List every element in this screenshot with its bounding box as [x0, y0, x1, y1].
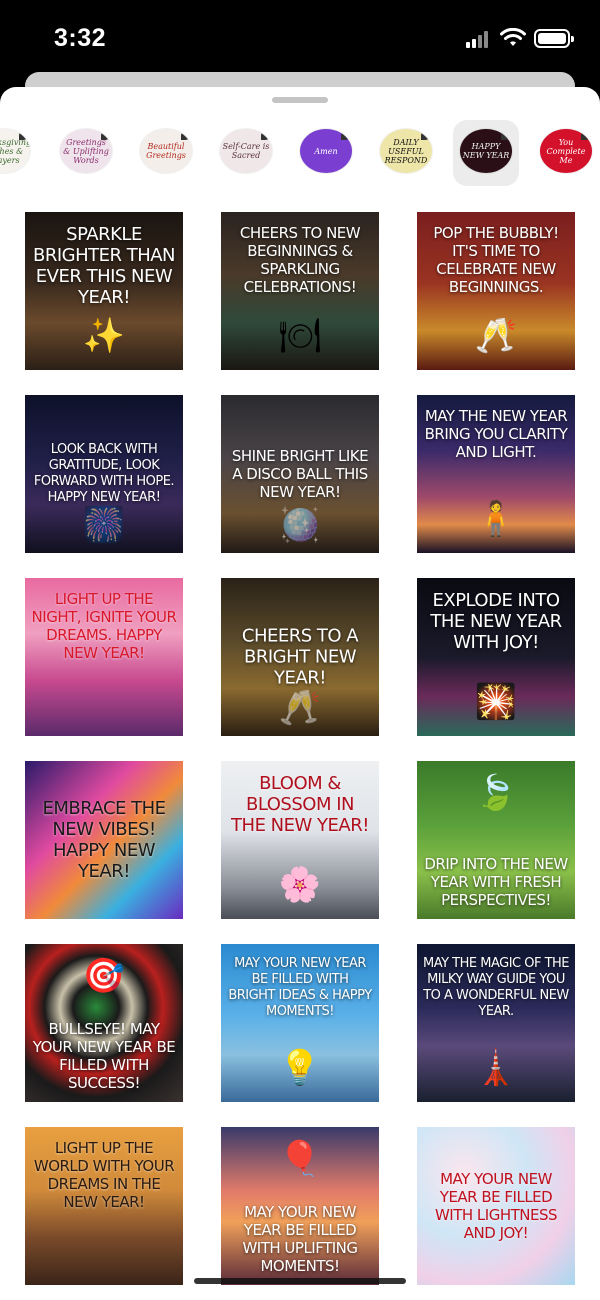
sticker-caption: SHINE BRIGHT LIKE A DISCO BALL THIS NEW … [231, 447, 369, 501]
sticker-pack-4[interactable]: Amen [300, 129, 352, 173]
sticker-caption: EMBRACE THE NEW VIBES! HAPPY NEW YEAR! [42, 798, 166, 882]
sheet-grabber[interactable] [272, 97, 328, 103]
sticker-pack-7[interactable]: You Complete Me [540, 129, 592, 173]
sticker-pack-0[interactable]: Thanksgiving Wishes & Prayers [0, 129, 30, 173]
tile-artwork-icon: 🥂 [474, 317, 518, 355]
sticker-caption: CHEERS TO NEW BEGINNINGS & SPARKLING CEL… [239, 224, 361, 296]
sticker-pack-label: HAPPY NEW YEAR [462, 142, 510, 160]
sticker-caption: MAY THE NEW YEAR BRING YOU CLARITY AND L… [424, 407, 568, 461]
sticker-tile[interactable]: 🥂 CHEERS TO A BRIGHT NEW YEAR! [221, 578, 379, 736]
sticker-pack-strip[interactable]: Thanksgiving Wishes & Prayers Greetings &… [0, 117, 600, 191]
sticker-tile[interactable]: 🪩 SHINE BRIGHT LIKE A DISCO BALL THIS NEW… [221, 395, 379, 553]
sticker-tile[interactable]: 💡 MAY YOUR NEW YEAR BE FILLED WITH BRIGHT… [221, 944, 379, 1102]
sticker-caption: MAY YOUR NEW YEAR BE FILLED WITH UPLIFTI… [242, 1203, 358, 1275]
sticker-pack-label: You Complete Me [546, 137, 586, 165]
sticker-tile[interactable]: 🎯 BULLSEYE! MAY YOUR NEW YEAR BE FILLED W… [25, 944, 183, 1102]
sticker-caption: BLOOM & BLOSSOM IN THE NEW YEAR! [231, 773, 369, 836]
sticker-caption: BULLSEYE! MAY YOUR NEW YEAR BE FILLED WI… [32, 1020, 176, 1092]
tile-artwork-icon: 🧍 [474, 500, 518, 538]
sticker-caption: LIGHT UP THE NIGHT, IGNITE YOUR DREAMS. … [31, 590, 177, 662]
sticker-tile[interactable]: MAY YOUR NEW YEAR BE FILLED WITH LIGHTNE… [417, 1127, 575, 1285]
sticker-caption: EXPLODE INTO THE NEW YEAR WITH JOY! [430, 590, 562, 653]
sticker-caption: CHEERS TO A BRIGHT NEW YEAR! [241, 625, 359, 689]
battery-nub [571, 36, 574, 42]
tile-artwork-icon: ✨ [82, 317, 126, 355]
sticker-tile[interactable]: LIGHT UP THE WORLD WITH YOUR DREAMS IN T… [25, 1127, 183, 1285]
tile-artwork-icon: 🍽 [278, 317, 322, 355]
home-indicator[interactable] [194, 1278, 406, 1284]
sticker-pack-2[interactable]: Beautiful Greetings [140, 129, 192, 173]
sticker-tile[interactable]: 🎆 LOOK BACK WITH GRATITUDE, LOOK FORWARD … [25, 395, 183, 553]
tile-artwork-icon: 🌸 [278, 866, 322, 904]
tile-artwork-icon: 🗼 [474, 1049, 518, 1087]
sticker-caption: MAY YOUR NEW YEAR BE FILLED WITH LIGHTNE… [434, 1170, 558, 1242]
sticker-pack-1[interactable]: Greetings & Uplifting Words [60, 129, 112, 173]
tile-artwork-icon: 🎇 [474, 683, 518, 721]
leaf-icon [101, 131, 110, 140]
sticker-tile[interactable]: 🥂 POP THE BUBBLY! IT'S TIME TO CELEBRATE … [417, 212, 575, 370]
sticker-caption: MAY YOUR NEW YEAR BE FILLED WITH BRIGHT … [228, 956, 372, 1019]
leaf-icon [341, 131, 350, 140]
sticker-tile[interactable]: 🌸 BLOOM & BLOSSOM IN THE NEW YEAR! [221, 761, 379, 919]
leaf-icon [581, 131, 590, 140]
tile-artwork-icon: 🎈 [278, 1140, 322, 1178]
sticker-pack-3[interactable]: Self-Care is Sacred [220, 129, 272, 173]
status-bar: 3:32 [0, 0, 600, 80]
sticker-tile[interactable]: 🎇 EXPLODE INTO THE NEW YEAR WITH JOY! [417, 578, 575, 736]
tile-artwork-icon: 🍃 [474, 774, 518, 812]
leaf-icon [19, 131, 28, 140]
leaf-icon [501, 131, 510, 140]
sticker-pack-label: Greetings & Uplifting Words [63, 137, 109, 165]
tile-artwork-icon: 🥂 [278, 689, 322, 727]
sticker-pack-label: Amen [314, 146, 338, 156]
sticker-tile[interactable]: 🧍 MAY THE NEW YEAR BRING YOU CLARITY AND … [417, 395, 575, 553]
cellular-signal-icon [466, 30, 492, 48]
tile-artwork-icon: 🎯 [82, 957, 126, 995]
sticker-tile[interactable]: 🗼 MAY THE MAGIC OF THE MILKY WAY GUIDE YO… [417, 944, 575, 1102]
sticker-pack-label: Self-Care is Sacred [222, 142, 270, 160]
sticker-caption: MAY THE MAGIC OF THE MILKY WAY GUIDE YOU… [423, 956, 570, 1019]
battery-icon [534, 29, 574, 48]
sticker-caption: SPARKLE BRIGHTER THAN EVER THIS NEW YEAR… [32, 224, 176, 308]
sticker-pack-label: DAILY USEFUL RESPOND [384, 137, 428, 165]
sticker-sheet: Thanksgiving Wishes & Prayers Greetings &… [0, 87, 600, 1300]
tile-artwork-icon: 🪩 [278, 506, 322, 544]
battery-fill [538, 33, 566, 44]
leaf-icon [261, 131, 270, 140]
sticker-caption: LIGHT UP THE WORLD WITH YOUR DREAMS IN T… [33, 1139, 175, 1211]
sticker-tile[interactable]: LIGHT UP THE NIGHT, IGNITE YOUR DREAMS. … [25, 578, 183, 736]
sticker-caption: LOOK BACK WITH GRATITUDE, LOOK FORWARD W… [33, 442, 175, 505]
sticker-tile[interactable]: ✨ SPARKLE BRIGHTER THAN EVER THIS NEW YEA… [25, 212, 183, 370]
sticker-pack-label: Thanksgiving Wishes & Prayers [0, 137, 30, 165]
tile-artwork-icon: 🎆 [82, 506, 126, 544]
sticker-tile[interactable]: 🍽 CHEERS TO NEW BEGINNINGS & SPARKLING CE… [221, 212, 379, 370]
sticker-tile[interactable]: 🎈 MAY YOUR NEW YEAR BE FILLED WITH UPLIFT… [221, 1127, 379, 1285]
status-time: 3:32 [54, 24, 107, 52]
sticker-pack-5[interactable]: DAILY USEFUL RESPOND [380, 129, 432, 173]
tile-artwork-icon: 💡 [278, 1049, 322, 1087]
sticker-pack-label: Beautiful Greetings [146, 142, 186, 160]
sticker-tile[interactable]: EMBRACE THE NEW VIBES! HAPPY NEW YEAR! [25, 761, 183, 919]
leaf-icon [181, 131, 190, 140]
leaf-icon [421, 131, 430, 140]
sticker-pack-6[interactable]: HAPPY NEW YEAR [460, 129, 512, 173]
sticker-tile[interactable]: 🍃 DRIP INTO THE NEW YEAR WITH FRESH PERSP… [417, 761, 575, 919]
sticker-caption: DRIP INTO THE NEW YEAR WITH FRESH PERSPE… [424, 855, 568, 909]
sticker-caption: POP THE BUBBLY! IT'S TIME TO CELEBRATE N… [433, 224, 559, 296]
wifi-icon [500, 28, 526, 46]
